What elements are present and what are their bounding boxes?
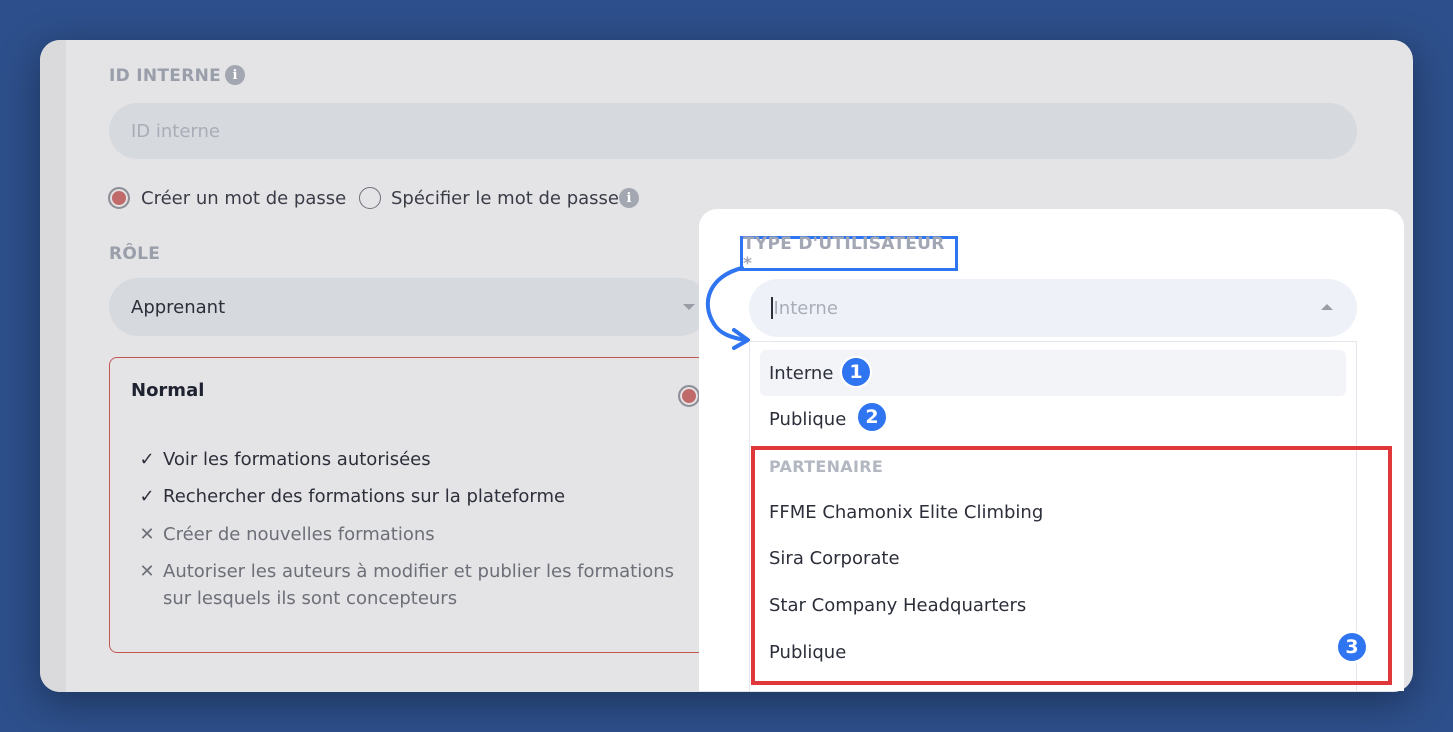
option-partner[interactable]: FFME Chamonix Elite Climbing [750, 489, 1350, 535]
cross-icon: ✕ [139, 524, 155, 545]
option-partner[interactable]: Star Company Headquarters [750, 582, 1350, 628]
left-strip [40, 40, 66, 692]
option-partner[interactable]: Sira Corporate [750, 535, 1350, 581]
specify-password-label[interactable]: Spécifier le mot de passe [391, 188, 619, 209]
role-card-radio[interactable] [678, 385, 700, 407]
chevron-down-icon [683, 304, 695, 310]
option-partner[interactable]: Publique [750, 629, 1350, 675]
role-value: Apprenant [131, 296, 226, 318]
group-label-partenaire: PARTENAIRE [769, 457, 884, 476]
user-type-input[interactable]: Interne [749, 279, 1357, 337]
user-type-placeholder: Interne [773, 297, 838, 319]
annotation-badge-1: 1 [840, 356, 872, 388]
create-password-label[interactable]: Créer un mot de passe [141, 188, 346, 209]
info-icon[interactable]: i [619, 188, 639, 208]
cross-icon: ✕ [139, 561, 155, 582]
role-card-title: Normal [131, 380, 205, 401]
user-type-dropdown: Interne Publique PARTENAIRE FFME Chamoni… [749, 341, 1357, 691]
option-publique[interactable]: Publique [750, 396, 1350, 442]
role-card[interactable]: Normal ✓ Voir les formations autorisées … [109, 357, 721, 653]
info-icon[interactable]: i [225, 65, 245, 85]
create-password-radio[interactable] [108, 187, 130, 209]
user-type-label: TYPE D'UTILISATEUR * [740, 234, 958, 274]
chevron-up-icon[interactable] [1321, 304, 1333, 310]
check-icon: ✓ [139, 449, 155, 470]
text-cursor [771, 297, 773, 319]
internal-id-label: ID INTERNE [109, 66, 222, 86]
role-label: RÔLE [109, 244, 161, 264]
internal-id-input[interactable]: ID interne [109, 103, 1357, 159]
annotation-badge-2: 2 [856, 401, 888, 433]
check-icon: ✓ [139, 486, 155, 507]
annotation-badge-3: 3 [1336, 631, 1368, 663]
role-select[interactable]: Apprenant [109, 278, 709, 336]
specify-password-radio[interactable] [359, 187, 381, 209]
